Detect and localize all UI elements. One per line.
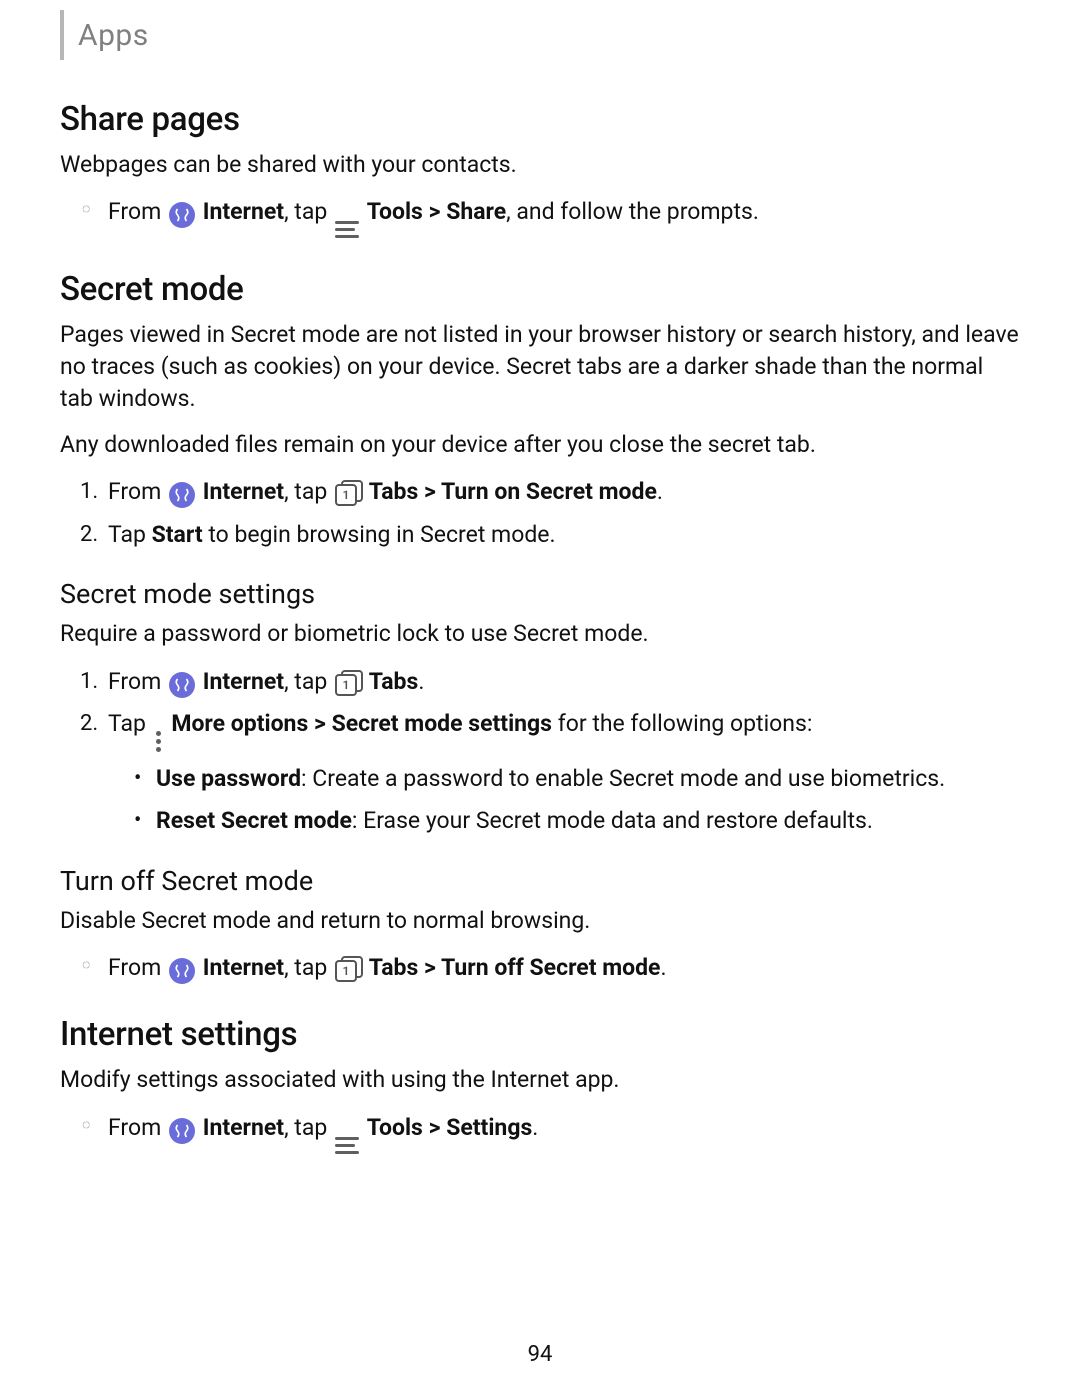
gt: > xyxy=(418,478,441,505)
sms-step1: 1. From Internet, tap 1 Tabs. xyxy=(60,665,1020,700)
sms-sub2: Reset Secret mode: Erase your Secret mod… xyxy=(60,804,1020,839)
text: : Create a password to enable Secret mod… xyxy=(301,765,945,792)
action-label: Turn off Secret mode xyxy=(441,954,660,981)
secret-mode-step1: 1. From Internet, tap 1 Tabs > Turn on S… xyxy=(60,475,1020,510)
text: , tap xyxy=(284,198,327,225)
internet-icon xyxy=(169,958,195,984)
turn-off-intro: Disable Secret mode and return to normal… xyxy=(60,905,1020,937)
text: for the following options: xyxy=(552,710,812,737)
dot: . xyxy=(657,478,663,505)
secret-mode-settings-heading: Secret mode settings xyxy=(60,578,1020,610)
action-label: Turn on Secret mode xyxy=(441,478,657,505)
use-password-label: Use password xyxy=(156,765,301,792)
secret-mode-settings-intro: Require a password or biometric lock to … xyxy=(60,618,1020,650)
tools-icon xyxy=(335,1135,359,1155)
turn-off-step: From Internet, tap 1 Tabs > Turn off Sec… xyxy=(60,951,1020,986)
header-title: Apps xyxy=(78,18,149,53)
tools-icon xyxy=(335,220,359,240)
more-options-label: More options xyxy=(171,710,308,737)
text: , tap xyxy=(284,1114,327,1141)
gt: > xyxy=(423,198,446,225)
tabs-label: Tabs xyxy=(369,668,419,695)
settings-label: Settings xyxy=(446,1114,532,1141)
sms-sub1: Use password: Create a password to enabl… xyxy=(60,762,1020,797)
step-number-1: 1. xyxy=(80,665,98,698)
internet-icon xyxy=(169,1118,195,1144)
internet-label: Internet xyxy=(203,198,284,225)
tools-label: Tools xyxy=(367,1114,423,1141)
dot: . xyxy=(660,954,666,981)
sms-step2: 2. Tap More options > Secret mode settin… xyxy=(60,707,1020,754)
turn-off-heading: Turn off Secret mode xyxy=(60,865,1020,897)
share-pages-step: From Internet, tap Tools > Share, and fo… xyxy=(60,195,1020,240)
start-label: Start xyxy=(152,521,203,548)
text: From xyxy=(108,954,161,981)
tabs-label: Tabs xyxy=(369,954,419,981)
secret-mode-intro2: Any downloaded files remain on your devi… xyxy=(60,429,1020,461)
gt: > xyxy=(423,1114,446,1141)
secret-mode-intro1: Pages viewed in Secret mode are not list… xyxy=(60,319,1020,416)
secret-mode-title: Secret mode xyxy=(60,270,1020,309)
page-content: Share pages Webpages can be shared with … xyxy=(60,100,1020,1155)
internet-icon xyxy=(169,202,195,228)
tabs-icon: 1 xyxy=(335,480,361,504)
tools-label: Tools xyxy=(367,198,423,225)
text: , tap xyxy=(284,954,327,981)
tabs-icon: 1 xyxy=(335,956,361,980)
header-rule xyxy=(60,10,64,60)
gt: > xyxy=(418,954,441,981)
dot: . xyxy=(418,668,424,695)
reset-secret-label: Reset Secret mode xyxy=(156,807,352,834)
gt: > xyxy=(308,710,331,737)
internet-settings-step: From Internet, tap Tools > Settings. xyxy=(60,1111,1020,1156)
internet-icon xyxy=(169,672,195,698)
internet-settings-title: Internet settings xyxy=(60,1015,1020,1054)
sms-label: Secret mode settings xyxy=(332,710,552,737)
manual-page: Apps Share pages Webpages can be shared … xyxy=(0,0,1080,1397)
text: From xyxy=(108,668,161,695)
text: Tap xyxy=(108,710,152,737)
internet-icon xyxy=(169,482,195,508)
dot: . xyxy=(532,1114,538,1141)
text: to begin browsing in Secret mode. xyxy=(203,521,556,548)
internet-settings-intro: Modify settings associated with using th… xyxy=(60,1064,1020,1096)
text: : Erase your Secret mode data and restor… xyxy=(352,807,873,834)
secret-mode-step2: 2. Tap Start to begin browsing in Secret… xyxy=(60,518,1020,553)
share-pages-intro: Webpages can be shared with your contact… xyxy=(60,149,1020,181)
internet-label: Internet xyxy=(203,954,284,981)
text: From xyxy=(108,1114,161,1141)
text: From xyxy=(108,198,161,225)
page-header: Apps xyxy=(60,10,1020,60)
tabs-label: Tabs xyxy=(369,478,419,505)
text: , tap xyxy=(284,668,327,695)
more-options-icon xyxy=(154,730,164,754)
page-number: 94 xyxy=(0,1342,1080,1367)
text: , and follow the prompts. xyxy=(506,198,759,225)
internet-label: Internet xyxy=(203,668,284,695)
share-pages-title: Share pages xyxy=(60,100,1020,139)
internet-label: Internet xyxy=(203,478,284,505)
tabs-icon: 1 xyxy=(335,670,361,694)
text: Tap xyxy=(108,521,152,548)
share-label: Share xyxy=(446,198,506,225)
text: , tap xyxy=(284,478,327,505)
internet-label: Internet xyxy=(203,1114,284,1141)
step-number-1: 1. xyxy=(80,475,98,508)
step-number-2: 2. xyxy=(80,518,98,551)
step-number-2: 2. xyxy=(80,707,98,740)
text: From xyxy=(108,478,161,505)
